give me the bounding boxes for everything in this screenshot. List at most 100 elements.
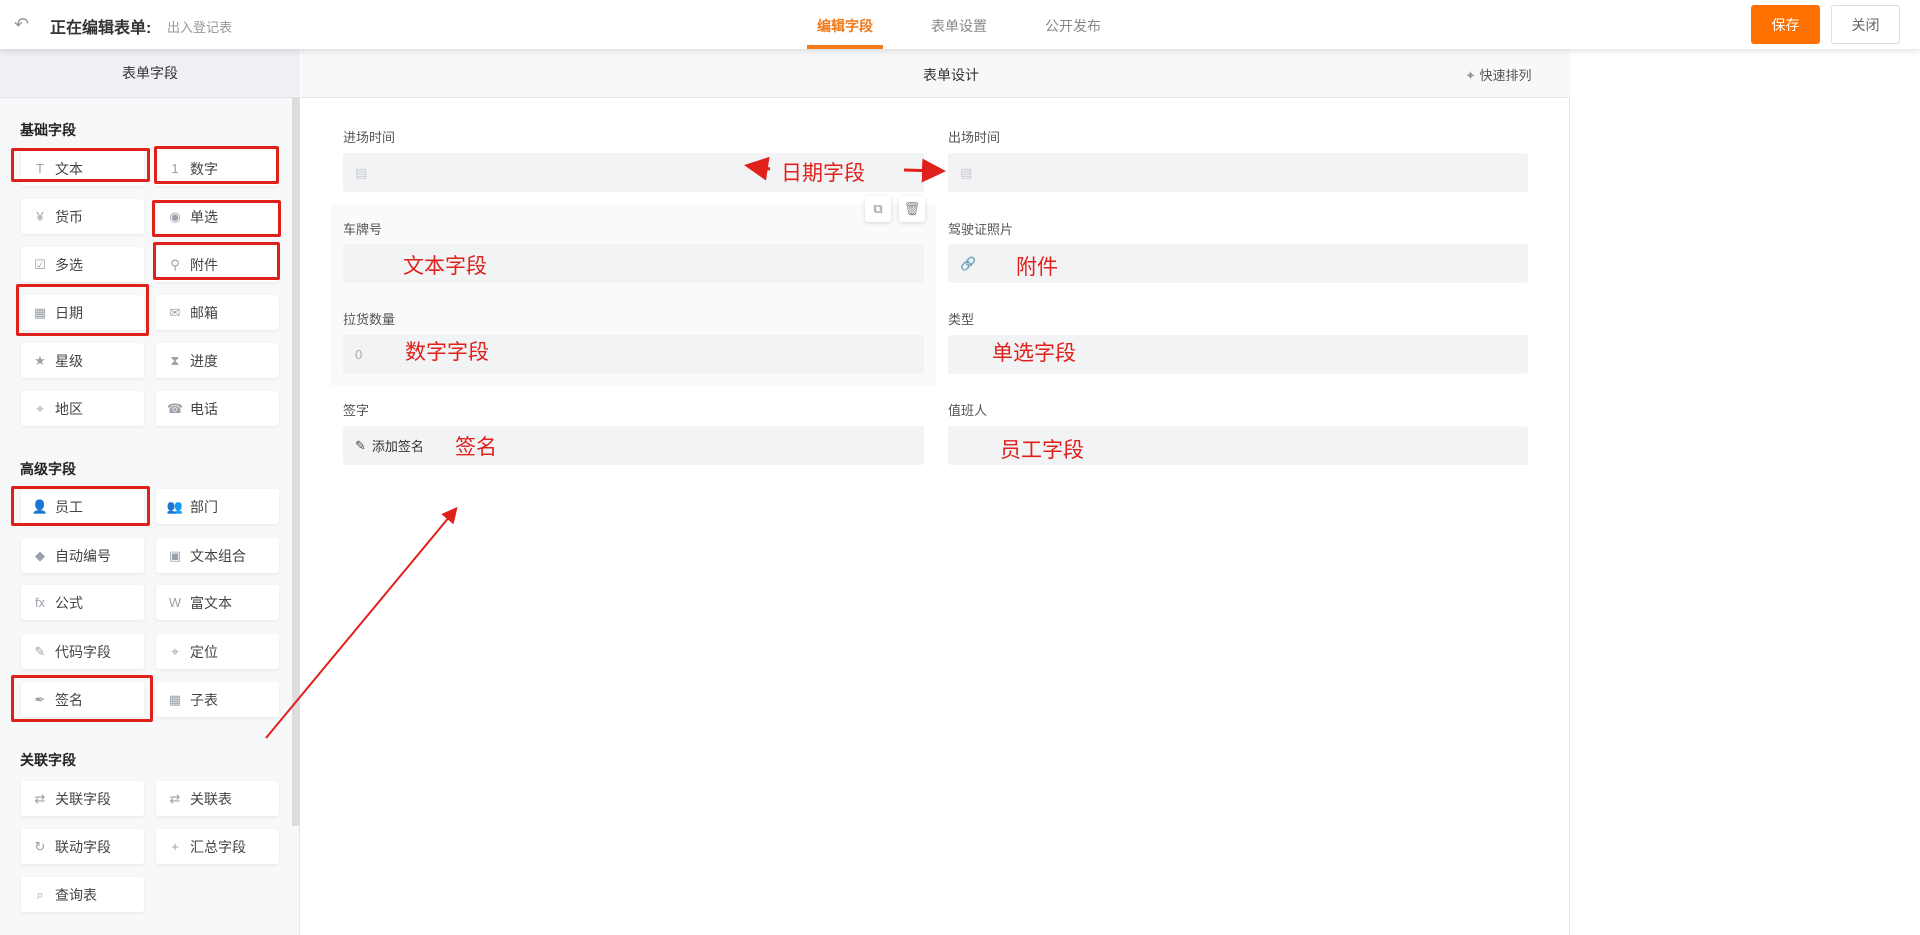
calendar-icon: ▤ xyxy=(355,165,367,181)
field-type-icon: ⚲ xyxy=(168,258,182,272)
palette-item[interactable]: ⇄关联表 xyxy=(156,781,279,816)
palette-item-label: 员工 xyxy=(55,497,83,517)
tab-publish[interactable]: 公开发布 xyxy=(1045,16,1101,36)
palette-item[interactable]: ⌖ 地区 xyxy=(21,391,144,426)
close-button[interactable]: 关闭 xyxy=(1831,5,1900,44)
save-button[interactable]: 保存 xyxy=(1751,5,1820,44)
pen-icon: ✎ xyxy=(355,438,366,454)
palette-item-label: 数字 xyxy=(190,159,218,179)
palette-item[interactable]: ✒ 签名 xyxy=(21,682,144,717)
annotation-number: 数字字段 xyxy=(405,336,489,366)
palette-item-label: 星级 xyxy=(55,351,83,371)
field-value: 添加签名 xyxy=(372,436,424,455)
palette-item[interactable]: ★ 星级 xyxy=(21,343,144,378)
palette-item[interactable]: T 文本 xyxy=(21,151,144,186)
palette-item-label: 日期 xyxy=(55,303,83,323)
back-icon[interactable]: ↶ xyxy=(14,14,34,34)
palette-item[interactable]: ⧗进度 xyxy=(156,343,279,378)
palette-item[interactable]: ◆ 自动编号 xyxy=(21,538,144,573)
field-label: 值班人 xyxy=(948,400,1528,419)
palette-item-label: 富文本 xyxy=(190,593,232,613)
field-type-icon: ⇄ xyxy=(33,792,47,806)
field-type-icon: ✎ xyxy=(33,645,47,659)
field-type-icon: ☑ xyxy=(33,258,47,272)
field-label: 拉货数量 xyxy=(343,309,924,328)
field-type-icon: W xyxy=(168,596,182,610)
section-title: 基础字段 xyxy=(20,120,76,140)
field-type-icon: ⌖ xyxy=(33,402,47,416)
field-type-icon: ◆ xyxy=(33,549,47,563)
field-type-icon: ★ xyxy=(33,354,47,368)
field-type-icon: + xyxy=(168,840,182,854)
field-input[interactable]: ▤ xyxy=(948,153,1528,192)
palette-item-label: 代码字段 xyxy=(55,642,111,662)
field-type-icon: ✒ xyxy=(33,693,47,707)
form-name: 出入登记表 xyxy=(167,17,232,36)
palette-item-label: 定位 xyxy=(190,642,218,662)
calendar-icon: ▤ xyxy=(960,165,972,181)
palette-item[interactable]: ☑多选 xyxy=(21,247,144,282)
palette-item[interactable]: 👥部门 xyxy=(156,489,279,524)
field-label: 类型 xyxy=(948,309,1528,328)
palette-item[interactable]: ↻ 联动字段 xyxy=(21,829,144,864)
palette-item-label: 附件 xyxy=(190,255,218,275)
annotation-staff: 员工字段 xyxy=(1000,434,1084,464)
page-title: 正在编辑表单: xyxy=(50,14,151,38)
palette-item-label: 文本 xyxy=(55,159,83,179)
palette-item[interactable]: W 富文本 xyxy=(156,585,279,620)
palette-item[interactable]: ▦ 日期 xyxy=(21,295,144,330)
annotation-sign: 签名 xyxy=(455,431,497,461)
annotation-text: 文本字段 xyxy=(403,250,487,280)
palette-item[interactable]: ⌖ 定位 xyxy=(156,634,279,669)
palette-item-label: 签名 xyxy=(55,690,83,710)
tab-edit-fields[interactable]: 编辑字段 xyxy=(817,16,873,36)
palette-item[interactable]: ✎ 代码字段 xyxy=(21,634,144,669)
palette-item[interactable]: ⚲ 附件 xyxy=(156,247,279,282)
palette-item[interactable]: ▦子表 xyxy=(156,682,279,717)
palette-item[interactable]: ⇄ 关联字段 xyxy=(21,781,144,816)
palette-item[interactable]: 👤员工 xyxy=(21,489,144,524)
field-type-icon: ▦ xyxy=(168,693,182,707)
field-type-icon: ⇄ xyxy=(168,792,182,806)
palette-item-label: 联动字段 xyxy=(55,837,111,857)
palette-item[interactable]: + 汇总字段 xyxy=(156,829,279,864)
field-type-icon: ¥ xyxy=(33,210,47,224)
sparkle-icon: ✦ xyxy=(1465,68,1480,83)
field-type-icon: ↻ xyxy=(33,840,47,854)
quick-sort-button[interactable]: ✦ 快速排列 xyxy=(1465,65,1532,84)
palette-item[interactable]: ¥货币 xyxy=(21,199,144,234)
top-bar: ↶ 正在编辑表单: 出入登记表 编辑字段 表单设置 公开发布 保存 关闭 xyxy=(0,0,1920,49)
palette-item-label: 公式 xyxy=(55,593,83,613)
palette-item-label: 地区 xyxy=(55,399,83,419)
canvas-title: 表单设计 xyxy=(923,65,979,85)
palette-item[interactable]: 1 数字 xyxy=(156,151,279,186)
field-input[interactable]: ✎ 添加签名 xyxy=(343,426,924,465)
field-type-icon: ☎ xyxy=(168,402,182,416)
field-type-icon: ✉ xyxy=(168,306,182,320)
field-type-icon: ⧗ xyxy=(168,354,182,368)
palette-item[interactable]: ⌕查询表 xyxy=(21,877,144,912)
palette-item-label: 查询表 xyxy=(55,885,97,905)
field-type-icon: T xyxy=(33,162,47,176)
palette-item[interactable]: ☎ 电话 xyxy=(156,391,279,426)
palette-item-label: 自动编号 xyxy=(55,546,111,566)
palette-item[interactable]: ✉邮箱 xyxy=(156,295,279,330)
annotation-attach: 附件 xyxy=(1016,251,1058,281)
field-type-icon: ⌖ xyxy=(168,645,182,659)
active-tab-indicator xyxy=(807,45,883,49)
palette-scrollbar[interactable] xyxy=(292,98,300,826)
palette-item-label: 部门 xyxy=(190,497,218,517)
field-type-icon: ▦ xyxy=(33,306,47,320)
field-type-icon: ◉ xyxy=(168,210,182,224)
palette-item-label: 电话 xyxy=(190,399,218,419)
annotation-date: 日期字段 xyxy=(781,157,865,187)
palette-item[interactable]: ◉单选 xyxy=(156,199,279,234)
palette-item-label: 关联字段 xyxy=(55,789,111,809)
palette-item[interactable]: ▣文本组合 xyxy=(156,538,279,573)
field-label: 出场时间 xyxy=(948,127,1528,146)
palette-item[interactable]: fx公式 xyxy=(21,585,144,620)
palette-title: 表单字段 xyxy=(0,49,300,98)
palette-item-label: 汇总字段 xyxy=(190,837,246,857)
field-type-icon: 1 xyxy=(168,162,182,176)
tab-form-settings[interactable]: 表单设置 xyxy=(931,16,987,36)
